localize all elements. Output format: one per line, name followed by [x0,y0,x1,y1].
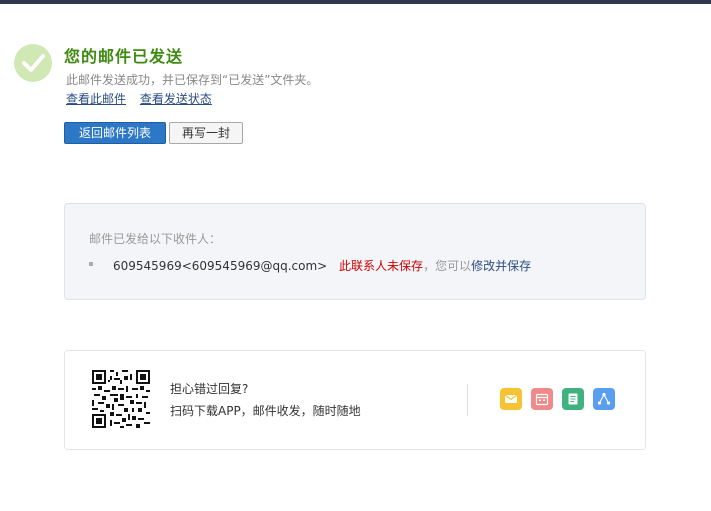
recipient-address: 609545969<609545969@qq.com> [113,259,328,273]
back-to-list-button[interactable]: 返回邮件列表 [64,122,166,144]
app-promo-title: 担心错过回复? [170,382,249,396]
write-another-button[interactable]: 再写一封 [169,122,243,144]
share-icon[interactable] [593,388,615,410]
result-links: 查看此邮件 查看发送状态 [66,90,222,107]
unsaved-contact-note: 此联系人未保存 [339,259,424,273]
calendar-icon[interactable] [531,388,553,410]
view-status-link[interactable]: 查看发送状态 [140,92,212,106]
app-download-panel: 担心错过回复? 扫码下载APP，邮件收发，随时随地 [64,350,646,450]
view-mail-link[interactable]: 查看此邮件 [66,92,126,106]
app-promo-description: 扫码下载APP，邮件收发，随时随地 [170,404,361,418]
mail-icon[interactable] [500,388,522,410]
note-icon[interactable] [562,388,584,410]
success-check-icon [14,44,52,82]
qr-code-icon [92,370,150,428]
success-message: 此邮件发送成功，并已保存到“已发送”文件夹。 [66,73,319,87]
edit-and-save-link[interactable]: 修改并保存 [471,259,531,273]
top-bar [0,0,711,4]
bullet-icon [89,262,93,266]
recipients-heading: 邮件已发给以下收件人： [89,232,222,246]
divider [467,384,468,416]
save-hint: ，您可以 [423,259,472,273]
page-title: 您的邮件已发送 [64,47,184,66]
recipient-row: 609545969<609545969@qq.com> 此联系人未保存，您可以修… [113,257,531,274]
recipients-panel: 邮件已发给以下收件人： 609545969<609545969@qq.com> … [64,203,646,300]
